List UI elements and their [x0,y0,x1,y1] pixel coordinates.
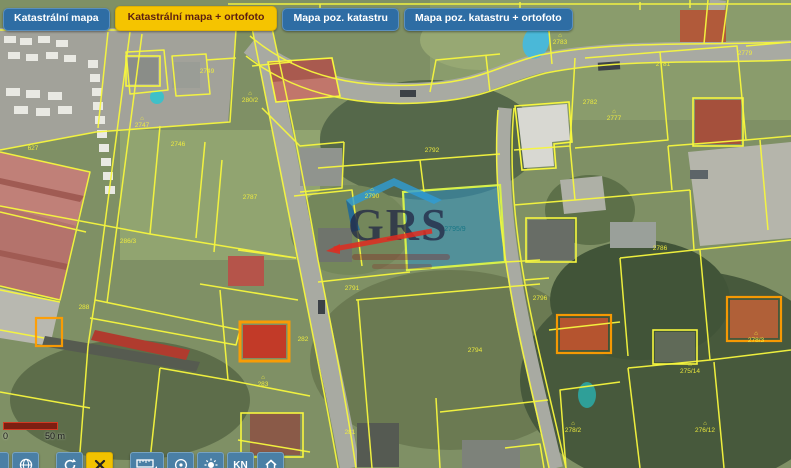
home-button[interactable] [257,452,284,468]
svg-text:281: 281 [345,429,356,436]
svg-text:282: 282 [298,336,309,343]
partial-button[interactable] [0,452,9,468]
scale-end-label: 50 m [45,431,65,441]
svg-text:288: 288 [79,304,90,311]
map-viewport[interactable]: 2795/9 [0,0,791,468]
svg-text:286/3: 286/3 [120,238,137,245]
tab-mapa-poz-katastru-ortofoto[interactable]: Mapa poz. katastru + ortofoto [404,8,573,31]
scale-start-label: 0 [3,431,8,441]
svg-text:2790: 2790 [365,193,380,200]
sun-icon [204,458,218,468]
close-icon [94,459,106,468]
svg-text:2787: 2787 [243,194,258,201]
scale-bar: 0 50 m [3,422,65,441]
svg-text:2794: 2794 [468,347,483,354]
scale-bar-rect [3,422,58,430]
svg-text:283: 283 [258,381,269,388]
info-circle-icon [174,458,188,468]
svg-text:2779: 2779 [738,50,753,57]
svg-text:278/3: 278/3 [748,337,765,344]
map-type-tabbar: Katastrální mapa Katastrální mapa + orto… [3,6,573,31]
refresh-icon [63,458,77,468]
measure-button[interactable] [130,452,164,468]
brightness-button[interactable] [197,452,224,468]
svg-text:275/14: 275/14 [680,368,700,375]
kn-button[interactable]: KN [227,452,254,468]
ruler-icon [136,458,158,468]
svg-text:2786: 2786 [653,245,668,252]
svg-text:2783: 2783 [553,39,568,46]
kn-label: KN [233,460,247,468]
svg-text:2777: 2777 [607,115,622,122]
svg-text:280/2: 280/2 [242,97,259,104]
tab-katastralni-mapa[interactable]: Katastrální mapa [3,8,110,31]
tab-mapa-poz-katastru[interactable]: Mapa poz. katastru [282,8,399,31]
cadastral-ortophoto-map[interactable]: 2795/9 [0,0,791,468]
globe-icon [19,458,33,468]
svg-text:2792: 2792 [425,147,440,154]
info-button[interactable] [167,452,194,468]
svg-text:2746: 2746 [171,141,186,148]
bottom-toolbar: KN [0,452,287,468]
svg-text:276/12: 276/12 [695,427,715,434]
svg-text:2749: 2749 [200,68,215,75]
home-icon [264,458,278,468]
svg-text:627: 627 [28,145,39,152]
globe-button[interactable] [12,452,39,468]
svg-text:2791: 2791 [345,285,360,292]
refresh-button[interactable] [56,452,83,468]
tab-katastralni-mapa-ortofoto[interactable]: Katastrální mapa + ortofoto [115,6,278,31]
close-button[interactable] [86,452,113,468]
svg-text:278/2: 278/2 [565,427,582,434]
svg-text:2796: 2796 [533,295,548,302]
svg-text:2781: 2781 [656,61,671,68]
svg-text:2782: 2782 [583,99,598,106]
svg-text:2747: 2747 [135,122,150,129]
